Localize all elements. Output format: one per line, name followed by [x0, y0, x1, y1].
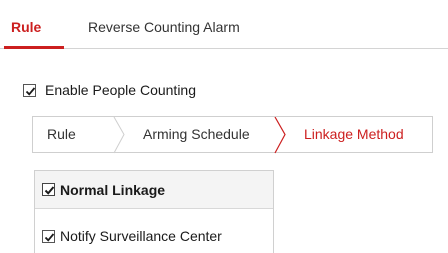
normal-linkage-label: Normal Linkage — [60, 182, 166, 198]
step-linkage-method[interactable]: Linkage Method — [304, 117, 404, 152]
checkmark-icon — [44, 233, 55, 242]
active-tab-indicator — [4, 46, 64, 49]
notify-surveillance-center-label: Notify Surveillance Center — [60, 228, 222, 244]
notify-surveillance-center-checkbox[interactable] — [42, 230, 55, 243]
normal-linkage-checkbox[interactable] — [42, 183, 55, 196]
tab-rule[interactable]: Rule — [11, 19, 41, 35]
step-arming-schedule[interactable]: Arming Schedule — [143, 117, 250, 152]
configuration-steps: Rule Arming Schedule Linkage Method — [32, 116, 433, 154]
top-tab-bar: Rule Reverse Counting Alarm — [0, 0, 448, 49]
step-rule[interactable]: Rule — [47, 117, 76, 152]
enable-people-counting-label: Enable People Counting — [45, 82, 197, 98]
tab-reverse-counting-alarm[interactable]: Reverse Counting Alarm — [88, 19, 240, 35]
checkmark-icon — [25, 87, 36, 96]
list-item: Notify Surveillance Center — [35, 220, 273, 244]
enable-people-counting-checkbox[interactable] — [23, 84, 36, 97]
normal-linkage-header: Normal Linkage — [35, 171, 273, 209]
checkmark-icon — [44, 186, 55, 195]
linkage-panel: Normal Linkage Notify Surveillance Cente… — [34, 170, 274, 253]
